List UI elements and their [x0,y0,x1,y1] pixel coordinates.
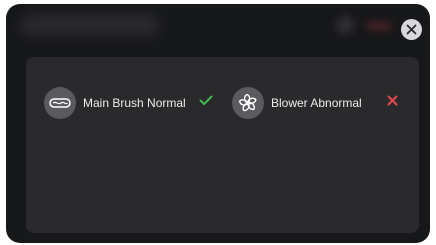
component-status-dialog: Main Brush Normal Blower Abnormal [6,4,430,243]
blurred-header-status [366,22,392,30]
cross-icon [387,95,398,106]
main-brush-icon [44,87,76,119]
close-button[interactable] [401,19,422,40]
blower-status-item: Blower Abnormal [232,87,362,119]
close-icon [406,24,417,35]
fan-icon [232,87,264,119]
blurred-header-title [20,14,160,36]
blower-label: Blower Abnormal [271,96,362,110]
blurred-header-icon [336,16,354,34]
status-panel: Main Brush Normal Blower Abnormal [26,57,419,233]
main-brush-status-item: Main Brush Normal [44,87,186,119]
check-icon [199,95,213,105]
main-brush-label: Main Brush Normal [83,96,186,110]
